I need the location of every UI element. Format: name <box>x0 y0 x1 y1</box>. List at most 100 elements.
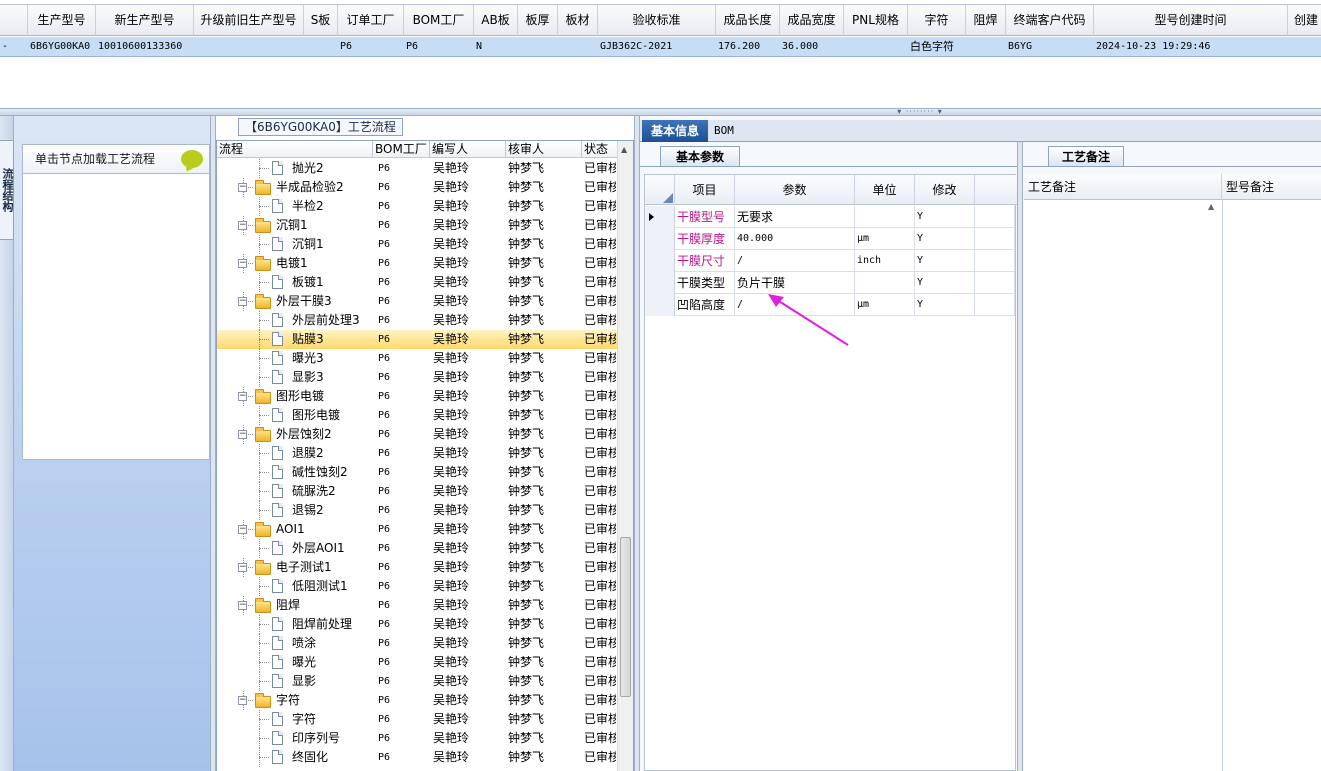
tree-col-process[interactable]: 流程 <box>217 141 373 158</box>
tree-row[interactable]: − 字符 P6 吴艳玲 钟梦飞 已审核 <box>217 691 617 710</box>
tree-row[interactable]: 外层AOI1 P6 吴艳玲 钟梦飞 已审核 <box>217 539 617 558</box>
cell-model[interactable]: 6B6YG00KA0 <box>28 37 96 57</box>
tree-row[interactable]: 退锡2 P6 吴艳玲 钟梦飞 已审核 <box>217 501 617 520</box>
tree-row[interactable]: 低阻测试1 P6 吴艳玲 钟梦飞 已审核 <box>217 577 617 596</box>
notes-scroll-up-icon[interactable]: ▲ <box>1208 202 1214 211</box>
collapse-toggle-icon[interactable]: − <box>238 221 247 230</box>
tree-row[interactable]: 曝光 P6 吴艳玲 钟梦飞 已审核 <box>217 653 617 672</box>
cell-order-factory[interactable]: P6 <box>338 37 404 57</box>
tree-row[interactable]: 抛光2 P6 吴艳玲 钟梦飞 已审核 <box>217 159 617 178</box>
col-order-factory[interactable]: 订单工厂 <box>338 5 404 36</box>
tree-row[interactable]: 半检2 P6 吴艳玲 钟梦飞 已审核 <box>217 197 617 216</box>
col-model[interactable]: 生产型号 <box>28 5 96 36</box>
tree-row[interactable]: − 图形电镀 P6 吴艳玲 钟梦飞 已审核 <box>217 387 617 406</box>
params-row[interactable]: 干膜型号 无要求 Y <box>645 206 1015 228</box>
tree-row[interactable]: − 阻焊 P6 吴艳玲 钟梦飞 已审核 <box>217 596 617 615</box>
tree-row[interactable]: − 半成品检验2 P6 吴艳玲 钟梦飞 已审核 <box>217 178 617 197</box>
params-col-unit[interactable]: 单位 <box>855 175 915 205</box>
col-standard[interactable]: 验收标准 <box>598 5 716 36</box>
scroll-up-icon[interactable]: ▲ <box>621 145 627 154</box>
col-width[interactable]: 成品宽度 <box>780 5 844 36</box>
params-row[interactable]: 干膜厚度 40.000 μm Y <box>645 228 1015 250</box>
tree-row[interactable]: − 外层蚀刻2 P6 吴艳玲 钟梦飞 已审核 <box>217 425 617 444</box>
collapse-toggle-icon[interactable]: − <box>238 696 247 705</box>
cell-length[interactable]: 176.200 <box>716 37 780 57</box>
collapse-toggle-icon[interactable]: − <box>238 430 247 439</box>
tab-basic-info[interactable]: 基本信息 <box>642 120 708 142</box>
horizontal-splitter[interactable]: ▾ ········ ▾ <box>0 108 1321 116</box>
collapse-toggle-icon[interactable]: − <box>238 183 247 192</box>
tree-col-reviewer[interactable]: 核审人 <box>506 141 582 158</box>
params-col-item[interactable]: 项目 <box>675 175 735 205</box>
tree-row[interactable]: 沉铜1 P6 吴艳玲 钟梦飞 已审核 <box>217 235 617 254</box>
cell-solder[interactable] <box>966 37 1006 57</box>
collapse-toggle-icon[interactable]: − <box>238 601 247 610</box>
tree-scroll-thumb[interactable] <box>620 537 631 697</box>
splitter-grip-icon[interactable]: ▾ ········ ▾ <box>888 108 952 116</box>
cell-customer[interactable]: B6YG <box>1006 37 1094 57</box>
col-new-model[interactable]: 新生产型号 <box>96 5 194 36</box>
model-grid-row[interactable]: - 6B6YG00KA0 10010600133360 P6 P6 N GJB3… <box>0 37 1321 57</box>
tree-row[interactable]: 曝光3 P6 吴艳玲 钟梦飞 已审核 <box>217 349 617 368</box>
params-col-edit[interactable]: 修改 <box>915 175 975 205</box>
col-ab-board[interactable]: AB板 <box>474 5 518 36</box>
tree-row[interactable]: 退膜2 P6 吴艳玲 钟梦飞 已审核 <box>217 444 617 463</box>
node-panel-header[interactable]: 单击节点加载工艺流程 <box>22 144 210 174</box>
collapse-toggle-icon[interactable]: − <box>238 563 247 572</box>
cell-material[interactable] <box>558 37 598 57</box>
cell-width[interactable]: 36.000 <box>780 37 844 57</box>
col-old-model[interactable]: 升级前旧生产型号 <box>194 5 304 36</box>
tree-row[interactable]: 显影3 P6 吴艳玲 钟梦飞 已审核 <box>217 368 617 387</box>
notes-col-model[interactable]: 型号备注 <box>1222 174 1321 200</box>
params-row[interactable]: 干膜尺寸 / inch Y <box>645 250 1015 272</box>
col-solder[interactable]: 阻焊 <box>966 5 1006 36</box>
col-char[interactable]: 字符 <box>908 5 966 36</box>
tree-row[interactable]: 喷涂 P6 吴艳玲 钟梦飞 已审核 <box>217 634 617 653</box>
tree-col-writer[interactable]: 编写人 <box>430 141 506 158</box>
notes-col-process[interactable]: 工艺备注 <box>1024 174 1222 200</box>
collapse-toggle-icon[interactable]: − <box>238 259 247 268</box>
tree-row[interactable]: 显影 P6 吴艳玲 钟梦飞 已审核 <box>217 672 617 691</box>
tree-col-bom[interactable]: BOM工厂 <box>373 141 430 158</box>
cell-created[interactable]: 2024-10-23 19:29:46 <box>1094 37 1288 57</box>
tree-row[interactable]: − 外层干膜3 P6 吴艳玲 钟梦飞 已审核 <box>217 292 617 311</box>
collapse-toggle-icon[interactable]: − <box>238 525 247 534</box>
col-pnl[interactable]: PNL规格 <box>844 5 908 36</box>
cell-s-board[interactable] <box>304 37 338 57</box>
tree-row[interactable]: 外层前处理3 P6 吴艳玲 钟梦飞 已审核 <box>217 311 617 330</box>
params-cell-value[interactable]: / <box>735 250 855 272</box>
col-creator[interactable]: 创建 <box>1288 5 1321 36</box>
cell-thickness[interactable] <box>518 37 558 57</box>
cell-new-model[interactable]: 10010600133360 <box>96 37 194 57</box>
tree-row[interactable]: − 电镀1 P6 吴艳玲 钟梦飞 已审核 <box>217 254 617 273</box>
col-thickness[interactable]: 板厚 <box>518 5 558 36</box>
tree-row[interactable]: 硫脲洗2 P6 吴艳玲 钟梦飞 已审核 <box>217 482 617 501</box>
collapse-toggle-icon[interactable]: − <box>238 392 247 401</box>
tree-row[interactable]: 板镀1 P6 吴艳玲 钟梦飞 已审核 <box>217 273 617 292</box>
col-s-board[interactable]: S板 <box>304 5 338 36</box>
tab-process-notes[interactable]: 工艺备注 <box>1048 146 1124 166</box>
cell-pnl[interactable] <box>844 37 908 57</box>
collapse-toggle-icon[interactable]: − <box>238 297 247 306</box>
tree-row[interactable]: 图形电镀 P6 吴艳玲 钟梦飞 已审核 <box>217 406 617 425</box>
tab-bom[interactable]: BOM <box>714 120 734 142</box>
tree-row-selected[interactable]: 贴膜3 P6 吴艳玲 钟梦飞 已审核 <box>217 330 617 349</box>
tree-row[interactable]: 阻焊前处理 P6 吴艳玲 钟梦飞 已审核 <box>217 615 617 634</box>
col-bom-factory[interactable]: BOM工厂 <box>404 5 474 36</box>
cell-old-model[interactable] <box>194 37 304 57</box>
tree-row[interactable]: − 电子测试1 P6 吴艳玲 钟梦飞 已审核 <box>217 558 617 577</box>
params-col-value[interactable]: 参数 <box>735 175 855 205</box>
cell-char[interactable]: 白色字符 <box>908 37 966 57</box>
tree-row[interactable]: 印序列号 P6 吴艳玲 钟梦飞 已审核 <box>217 729 617 748</box>
col-created[interactable]: 型号创建时间 <box>1094 5 1288 36</box>
node-panel-body[interactable] <box>22 174 210 460</box>
tree-row[interactable]: 碱性蚀刻2 P6 吴艳玲 钟梦飞 已审核 <box>217 463 617 482</box>
tree-row[interactable]: 字符 P6 吴艳玲 钟梦飞 已审核 <box>217 710 617 729</box>
structure-dock-tab[interactable]: 流程结构 <box>0 140 14 240</box>
tree-row[interactable]: − 沉铜1 P6 吴艳玲 钟梦飞 已审核 <box>217 216 617 235</box>
tree-col-status[interactable]: 状态 <box>582 141 618 158</box>
col-material[interactable]: 板材 <box>558 5 598 36</box>
tree-row[interactable]: 终固化 P6 吴艳玲 钟梦飞 已审核 <box>217 748 617 767</box>
cell-standard[interactable]: GJB362C-2021 <box>598 37 716 57</box>
vertical-splitter-right[interactable] <box>1017 142 1023 771</box>
